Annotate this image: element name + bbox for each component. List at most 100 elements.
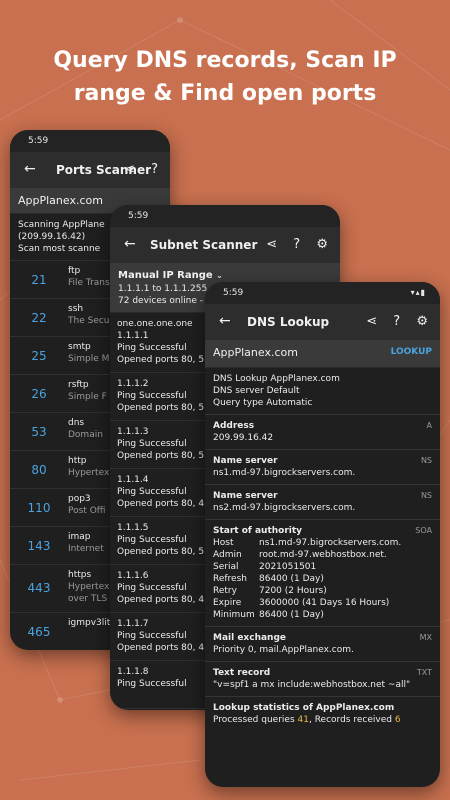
soa-value: 3600000 (41 Days 16 Hours) xyxy=(259,598,390,608)
port-service: https xyxy=(68,570,92,580)
soa-key: Serial xyxy=(213,562,239,572)
status-bar: 5:59 xyxy=(10,130,170,152)
help-icon[interactable]: ? xyxy=(151,162,158,177)
queries-count: 41 xyxy=(297,715,309,725)
port-description: Post Offi xyxy=(68,506,106,516)
record-heading: Name server xyxy=(213,491,278,501)
port-number: 26 xyxy=(31,387,47,401)
soa-key: Host xyxy=(213,538,234,548)
record-heading: Address xyxy=(213,421,255,431)
port-description: Simple F xyxy=(68,392,107,402)
soa-key: Refresh xyxy=(213,574,247,584)
domain-input[interactable]: AppPlanex.com xyxy=(213,346,298,359)
port-description: Simple M xyxy=(68,354,110,364)
toolbar-icons: ⋖ ? ⚙ xyxy=(254,237,328,252)
port-description-line-2: over TLS xyxy=(68,594,108,604)
range-mode-dropdown[interactable]: Manual IP Range ⌄ xyxy=(118,268,332,283)
settings-gear-icon[interactable]: ⚙ xyxy=(416,314,428,329)
record-soa[interactable]: SOA Start of authority Host ns1.md-97.big… xyxy=(205,520,440,627)
soa-value: ns1.md-97.bigrockservers.com. xyxy=(259,538,402,548)
share-icon[interactable]: ⋖ xyxy=(266,237,277,252)
app-toolbar: ← Subnet Scanner ⋖ ? ⚙ xyxy=(110,227,340,263)
port-description: The Secu xyxy=(68,316,110,326)
record-type-tag: NS xyxy=(420,491,432,500)
port-number: 80 xyxy=(31,463,47,477)
status-time: 5:59 xyxy=(128,211,149,221)
screen-title: Subnet Scanner xyxy=(150,238,258,252)
port-description: Internet xyxy=(68,544,104,554)
soa-key: Admin xyxy=(213,550,242,560)
record-text[interactable]: TXT Text record "v=spf1 a mx include:web… xyxy=(205,662,440,697)
app-toolbar: ← Ports Scanner ⋖ ? xyxy=(10,152,170,188)
summary-title: DNS Lookup AppPlanex.com xyxy=(213,374,340,384)
headline-line-1: Query DNS records, Scan IP xyxy=(53,48,397,73)
record-heading: Name server xyxy=(213,456,278,466)
screen-title: DNS Lookup xyxy=(247,315,330,329)
dns-server-label: DNS server xyxy=(213,386,264,396)
port-service: http xyxy=(68,456,87,466)
back-arrow-icon[interactable]: ← xyxy=(124,236,136,252)
record-heading: Mail exchange xyxy=(213,633,287,643)
soa-value: 86400 (1 Day) xyxy=(259,574,324,584)
share-icon[interactable]: ⋖ xyxy=(124,162,135,177)
record-value: Priority 0, mail.AppPlanex.com. xyxy=(213,645,354,655)
help-icon[interactable]: ? xyxy=(293,237,300,252)
soa-value: 86400 (1 Day) xyxy=(259,610,324,620)
back-arrow-icon[interactable]: ← xyxy=(219,313,231,329)
range-mode-label: Manual IP Range xyxy=(118,270,213,281)
headline-line-2: range & Find open ports xyxy=(73,81,377,106)
lookup-button[interactable]: LOOKUP xyxy=(391,347,432,357)
lookup-summary: DNS Lookup AppPlanex.com DNS server Defa… xyxy=(205,368,440,415)
share-icon[interactable]: ⋖ xyxy=(366,314,377,329)
domain-input-row: AppPlanex.com LOOKUP xyxy=(205,340,440,368)
stats-heading: Lookup statistics of AppPlanex.com xyxy=(213,703,395,713)
soa-value: root.md-97.webhostbox.net. xyxy=(259,550,387,560)
record-address[interactable]: A Address 209.99.16.42 xyxy=(205,415,440,450)
record-value: ns1.md-97.bigrockservers.com. xyxy=(213,468,356,478)
soa-key: Minimum xyxy=(213,610,255,620)
status-bar: 5:59 xyxy=(110,205,340,227)
port-number: 21 xyxy=(31,273,47,287)
record-value: 209.99.16.42 xyxy=(213,433,274,443)
lookup-statistics: Lookup statistics of AppPlanex.com Proce… xyxy=(205,697,440,731)
port-number: 443 xyxy=(27,581,51,595)
record-name-server[interactable]: NS Name server ns1.md-97.bigrockservers.… xyxy=(205,450,440,485)
port-service: ftp xyxy=(68,266,81,276)
help-icon[interactable]: ? xyxy=(393,314,400,329)
status-bar: 5:59 ▾▴▮ xyxy=(205,282,440,304)
record-value: "v=spf1 a mx include:webhostbox.net ~all… xyxy=(213,680,411,690)
port-service: dns xyxy=(68,418,85,428)
toolbar-icons: ⋖ ? xyxy=(112,162,158,177)
query-type-value: Automatic xyxy=(266,398,313,408)
port-number: 25 xyxy=(31,349,47,363)
query-type-label: Query type xyxy=(213,398,264,408)
port-service: igmpv3lit xyxy=(68,618,111,628)
record-type-tag: TXT xyxy=(416,668,432,677)
soa-details: Host ns1.md-97.bigrockservers.com. Admin r… xyxy=(213,537,432,621)
port-service: ssh xyxy=(68,304,84,314)
record-value: ns2.md-97.bigrockservers.com. xyxy=(213,503,356,513)
port-number: 143 xyxy=(27,539,51,553)
port-number: 53 xyxy=(31,425,47,439)
soa-key: Expire xyxy=(213,598,242,608)
port-number: 465 xyxy=(27,625,51,639)
record-heading: Start of authority xyxy=(213,526,303,536)
queries-label: Processed queries xyxy=(213,715,295,725)
port-description: Hypertex xyxy=(68,582,110,592)
record-name-server[interactable]: NS Name server ns2.md-97.bigrockservers.… xyxy=(205,485,440,520)
port-service: smtp xyxy=(68,342,91,352)
port-number: 22 xyxy=(31,311,47,325)
settings-gear-icon[interactable]: ⚙ xyxy=(316,237,328,252)
port-number: 110 xyxy=(27,501,51,515)
port-service: imap xyxy=(68,532,91,542)
port-description: Hypertex xyxy=(68,468,110,478)
record-mail-exchange[interactable]: MX Mail exchange Priority 0, mail.AppPla… xyxy=(205,627,440,662)
toolbar-icons: ⋖ ? ⚙ xyxy=(354,314,428,329)
dns-server-value: Default xyxy=(266,386,300,396)
record-type-tag: SOA xyxy=(415,526,432,535)
soa-value: 2021051501 xyxy=(259,562,317,572)
records-label: , Records received xyxy=(308,715,392,725)
back-arrow-icon[interactable]: ← xyxy=(24,161,36,177)
record-type-tag: MX xyxy=(419,633,432,642)
status-time: 5:59 xyxy=(28,136,49,146)
